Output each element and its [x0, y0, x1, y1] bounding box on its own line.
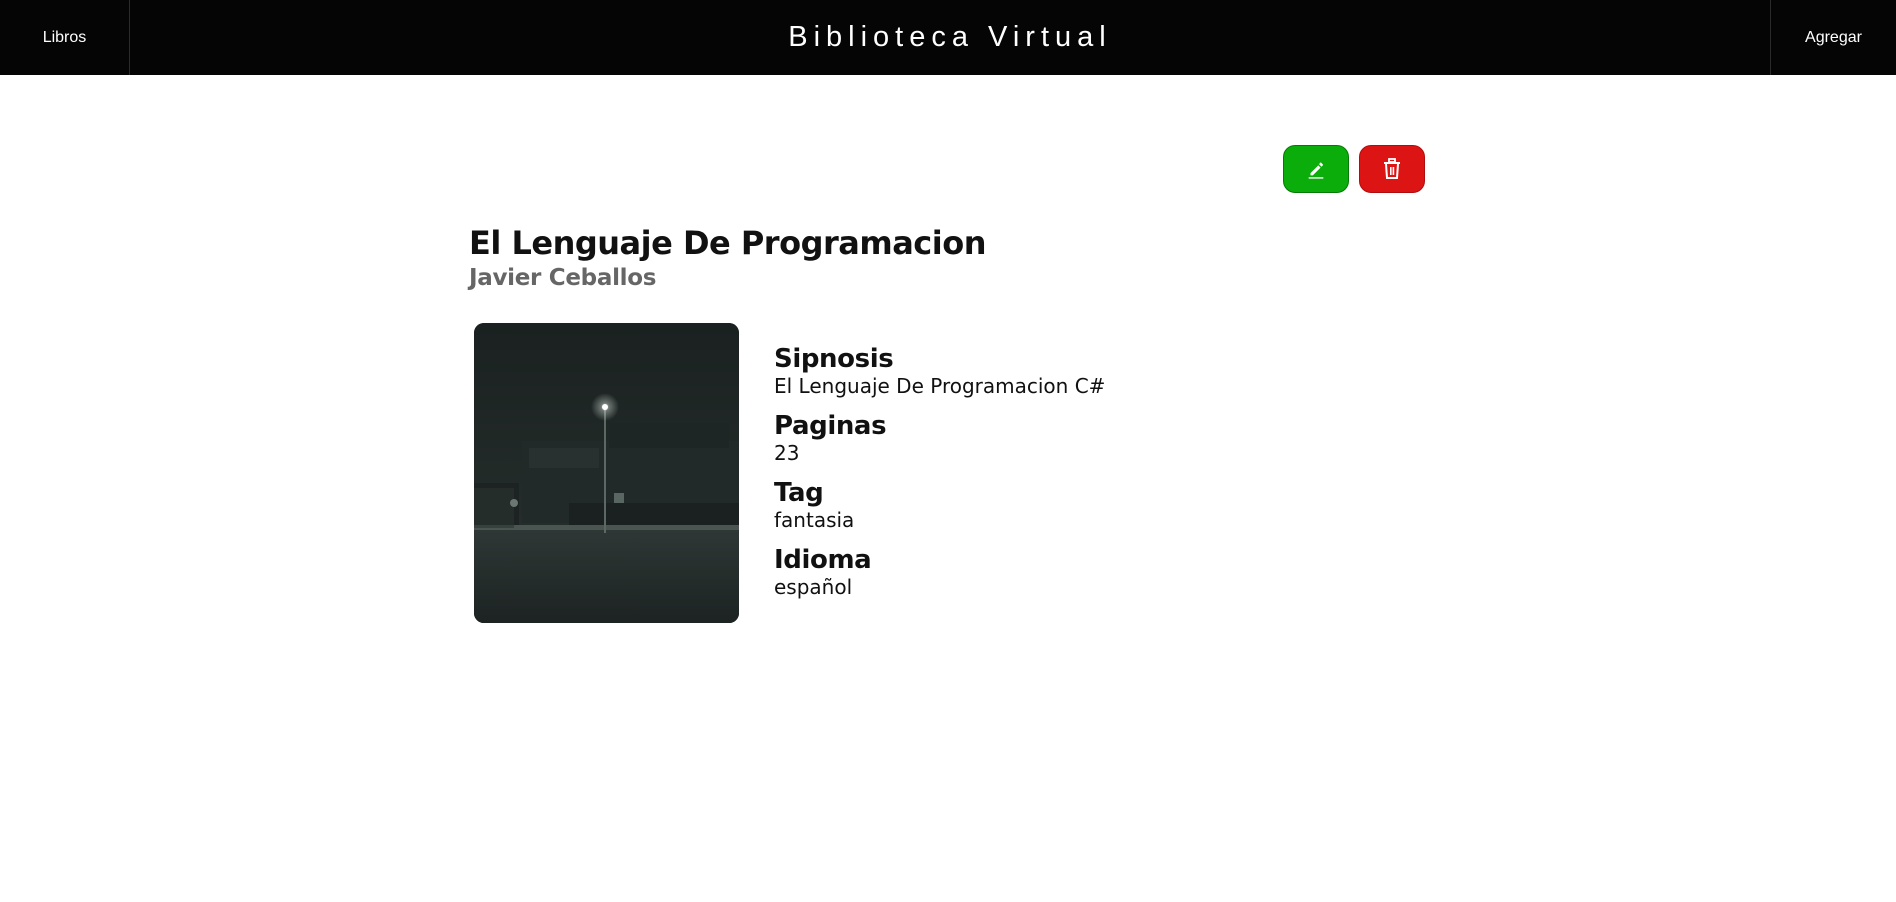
detail-tag: Tag fantasia — [774, 478, 1105, 532]
pencil-icon — [1308, 162, 1324, 179]
nav-link-libros[interactable]: Libros — [0, 0, 130, 75]
book-actions — [1283, 145, 1425, 193]
book-cover-image — [474, 323, 739, 623]
detail-label: Paginas — [774, 411, 887, 441]
book-author: Javier Ceballos — [469, 265, 657, 291]
nav-link-agregar[interactable]: Agregar — [1770, 0, 1896, 75]
book-title: El Lenguaje De Programacion — [469, 224, 986, 262]
edit-button[interactable] — [1283, 145, 1349, 193]
detail-value: fantasia — [774, 508, 855, 532]
navbar: Libros Biblioteca Virtual Agregar — [0, 0, 1896, 75]
detail-label: Tag — [774, 478, 824, 508]
detail-value: 23 — [774, 441, 800, 465]
site-title: Biblioteca Virtual — [788, 21, 1112, 53]
detail-value: español — [774, 575, 853, 599]
detail-idioma: Idioma español — [774, 545, 1105, 599]
trash-icon — [1384, 158, 1400, 179]
delete-button[interactable] — [1359, 145, 1425, 193]
detail-label: Idioma — [774, 545, 872, 575]
detail-label: Sipnosis — [774, 344, 894, 374]
book-details: Sipnosis El Lenguaje De Programacion C# … — [774, 344, 1105, 612]
detail-sipnosis: Sipnosis El Lenguaje De Programacion C# — [774, 344, 1105, 398]
detail-value: El Lenguaje De Programacion C# — [774, 374, 1106, 398]
detail-paginas: Paginas 23 — [774, 411, 1105, 465]
